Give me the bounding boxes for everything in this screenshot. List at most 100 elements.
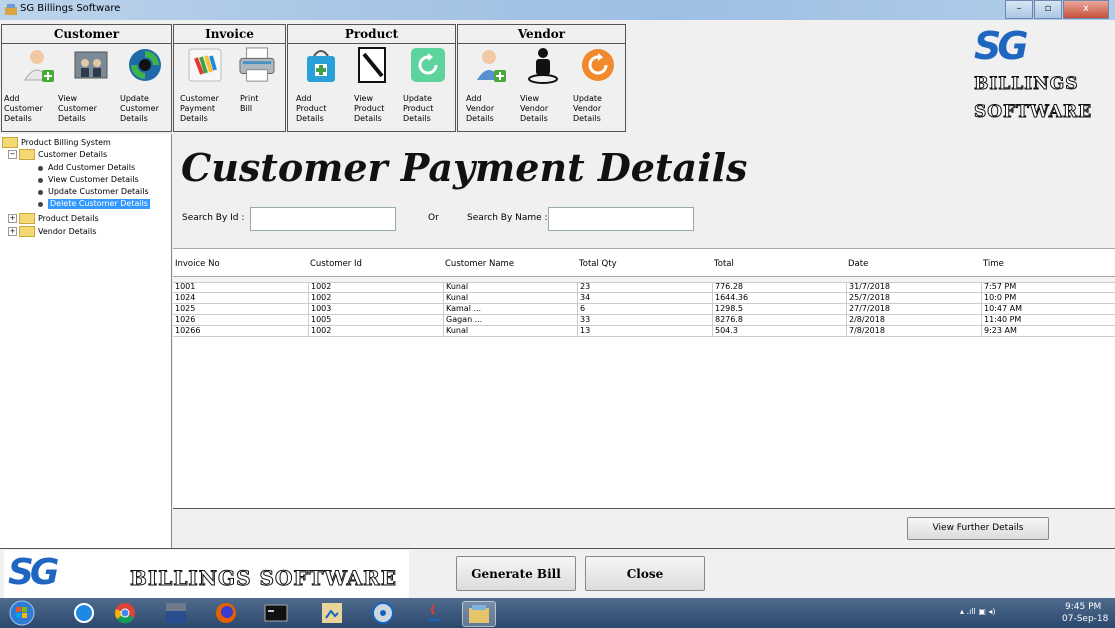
column-header-customer-id[interactable]: Customer Id: [310, 259, 362, 269]
cell-total: 1644.36: [712, 293, 849, 303]
taskbar-chrome[interactable]: [109, 601, 141, 625]
tree-item-delete-customer[interactable]: Delete Customer Details: [38, 199, 150, 209]
cell-customer-name: Kunal: [443, 326, 580, 336]
update-vendor-label: Update Vendor Details: [573, 94, 602, 123]
vendor-group: Vendor Add Vendor Details View Vendor De…: [457, 24, 626, 132]
java-icon: [428, 604, 440, 622]
wallet-icon: [188, 48, 222, 82]
cell-date: 2/8/2018: [846, 315, 984, 325]
search-id-input[interactable]: [250, 207, 396, 231]
clock-time[interactable]: 9:45 PM: [1065, 602, 1101, 612]
cell-invoice-no: 1025: [175, 304, 196, 313]
logo-billings-text: BILLINGS: [974, 74, 1079, 95]
add-user-icon: [24, 50, 54, 82]
cell-customer-id: 1002: [308, 293, 446, 303]
page-title: Customer Payment Details: [181, 145, 748, 190]
close-button[interactable]: Close: [585, 556, 705, 591]
taskbar-devcpp[interactable]: [160, 601, 192, 625]
sg-logo-mark: SG: [974, 24, 1029, 68]
sync-circle-icon: [74, 603, 94, 623]
tree-item-add-customer[interactable]: Add Customer Details: [38, 163, 135, 173]
print-bill-label: Print Bill: [240, 94, 259, 113]
cell-time: 10:0 PM: [981, 293, 1115, 303]
taskbar-image-app[interactable]: [316, 601, 348, 625]
tree-customer-details[interactable]: − Customer Details: [8, 149, 107, 160]
table-row[interactable]: 1001 1002 Kunal 23 776.28 31/7/2018 7:57…: [173, 282, 1115, 293]
start-button[interactable]: [6, 600, 38, 626]
column-header-date[interactable]: Date: [848, 259, 868, 269]
column-header-total-qty[interactable]: Total Qty: [579, 259, 617, 269]
customer-payment-button[interactable]: Customer Payment Details: [180, 46, 230, 124]
bullet-icon: [38, 189, 43, 195]
table-row[interactable]: 10266 1002 Kunal 13 504.3 7/8/2018 9:23 …: [173, 326, 1115, 337]
cell-total-qty: 23: [577, 282, 715, 292]
table-row[interactable]: 1026 1005 Gagan ... 33 8276.8 2/8/2018 1…: [173, 315, 1115, 326]
tree-vendor-details[interactable]: + Vendor Details: [8, 226, 96, 237]
column-header-customer-name[interactable]: Customer Name: [445, 259, 514, 269]
update-product-label: Update Product Details: [403, 94, 434, 123]
table-row[interactable]: 1024 1002 Kunal 34 1644.36 25/7/2018 10:…: [173, 293, 1115, 304]
taskbar-app-sync[interactable]: [68, 601, 100, 625]
taskbar: ▴ .ıll ▣ ◂) 9:45 PM 07-Sep-18: [0, 598, 1115, 628]
refresh-icon: [411, 48, 445, 82]
view-customer-button[interactable]: View Customer Details: [58, 46, 116, 124]
document-pen-icon: [358, 47, 386, 83]
folder-icon: [19, 226, 35, 237]
generate-bill-button[interactable]: Generate Bill: [456, 556, 576, 591]
folder-icon: [19, 213, 35, 224]
view-further-details-button[interactable]: View Further Details: [907, 517, 1049, 540]
taskbar-firefox[interactable]: [210, 601, 242, 625]
or-label: Or: [428, 213, 439, 223]
tree-item-update-customer[interactable]: Update Customer Details: [38, 187, 149, 197]
taskbar-terminal[interactable]: [260, 601, 292, 625]
update-customer-button[interactable]: Update Customer Details: [120, 46, 170, 124]
cell-date: 31/7/2018: [846, 282, 984, 292]
minimize-button[interactable]: –: [1005, 0, 1033, 19]
column-header-total[interactable]: Total: [714, 259, 734, 269]
table-row[interactable]: 1025 1003 Kamal ... 6 1298.5 27/7/2018 1…: [173, 304, 1115, 315]
collapse-icon[interactable]: −: [8, 150, 17, 159]
tree-root[interactable]: Product Billing System: [2, 137, 111, 148]
system-tray-icons[interactable]: ▴ .ıll ▣ ◂): [960, 607, 996, 616]
maximize-button[interactable]: ▫: [1034, 0, 1062, 19]
expand-icon[interactable]: +: [8, 214, 17, 223]
app-icon: [5, 4, 17, 15]
add-customer-button[interactable]: Add Customer Details: [4, 46, 64, 124]
sync-icon: [582, 49, 614, 81]
cell-invoice-no: 10266: [175, 326, 201, 335]
cell-date: 27/7/2018: [846, 304, 984, 314]
bullet-icon: [38, 165, 43, 171]
view-product-button[interactable]: View Product Details: [348, 46, 398, 124]
add-product-button[interactable]: Add Product Details: [296, 46, 346, 124]
footer-logo: SG BILLINGS SOFTWARE: [4, 550, 409, 598]
table-actions-bar: View Further Details: [173, 508, 1115, 548]
taskbar-media[interactable]: [367, 601, 399, 625]
update-product-button[interactable]: Update Product Details: [403, 46, 453, 124]
taskbar-java[interactable]: [418, 601, 450, 625]
payment-table[interactable]: Invoice No Customer Id Customer Name Tot…: [173, 248, 1115, 508]
window-title-bar[interactable]: SG Billings Software – ▫ x: [0, 0, 1115, 20]
sg-logo: SG BILLINGS SOFTWARE: [966, 24, 1111, 134]
update-customer-label: Update Customer Details: [120, 94, 159, 123]
print-bill-button[interactable]: Print Bill: [232, 46, 282, 114]
tree-item-label: Update Customer Details: [48, 187, 149, 196]
tree-item-view-customer[interactable]: View Customer Details: [38, 175, 139, 185]
tree-item-label: Add Customer Details: [48, 163, 136, 172]
tree-vendor-label: Vendor Details: [38, 226, 97, 236]
taskbar-sg-billings[interactable]: [462, 601, 496, 627]
column-header-invoice-no[interactable]: Invoice No: [175, 259, 220, 269]
tree-item-label-selected: Delete Customer Details: [48, 199, 150, 209]
tree-product-details[interactable]: + Product Details: [8, 213, 99, 224]
chrome-icon: [115, 603, 135, 624]
close-window-button[interactable]: x: [1063, 0, 1109, 19]
column-header-time[interactable]: Time: [983, 259, 1004, 269]
clock-date[interactable]: 07-Sep-18: [1062, 614, 1108, 624]
view-vendor-button[interactable]: View Vendor Details: [518, 46, 568, 124]
cell-total-qty: 34: [577, 293, 715, 303]
expand-icon[interactable]: +: [8, 227, 17, 236]
update-vendor-button[interactable]: Update Vendor Details: [573, 46, 623, 124]
cell-total: 504.3: [712, 326, 849, 336]
add-vendor-button[interactable]: Add Vendor Details: [466, 46, 516, 124]
search-name-input[interactable]: [548, 207, 694, 231]
view-vendor-label: View Vendor Details: [520, 94, 549, 123]
